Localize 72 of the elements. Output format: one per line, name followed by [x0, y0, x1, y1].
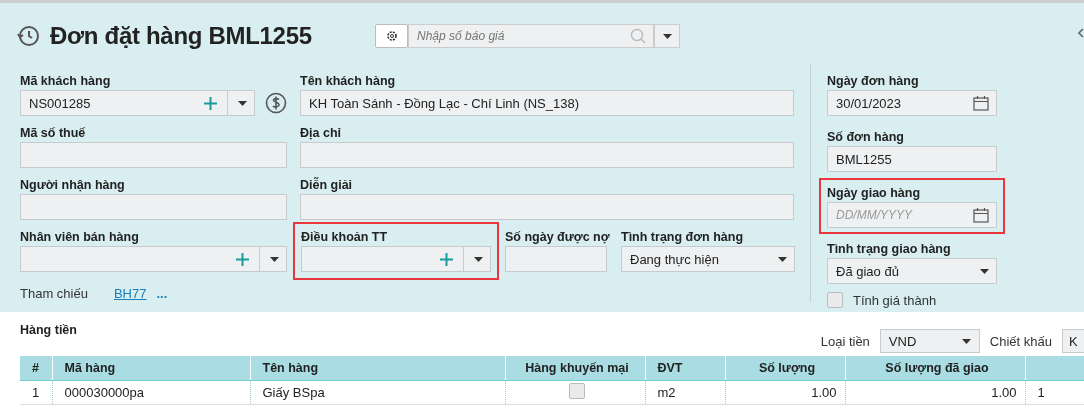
column-header: ĐVT: [645, 356, 725, 381]
checkbox-label: Tính giá thành: [853, 292, 937, 308]
calendar-icon[interactable]: [973, 207, 989, 223]
currency-label: Loại tiền: [820, 333, 870, 349]
text-field[interactable]: [300, 194, 794, 220]
field-label: Địa chỉ: [300, 125, 342, 142]
caret-icon: [778, 256, 787, 262]
table-cell: m2: [645, 380, 725, 405]
field-label: Tên khách hàng: [300, 73, 397, 90]
column-header: Tên hàng: [250, 356, 505, 381]
plus-icon[interactable]: [236, 252, 249, 266]
section-title: Hàng tiền: [20, 323, 77, 337]
field-label: Số đơn hàng: [827, 129, 905, 146]
field-label: Tình trạng đơn hàng: [621, 229, 745, 246]
caret-icon[interactable]: [270, 256, 279, 262]
table-cell: Giấy BSpa: [250, 380, 505, 405]
text-field[interactable]: [20, 194, 287, 220]
combo-field[interactable]: NS001285: [20, 90, 255, 116]
currency-select[interactable]: VND: [879, 329, 980, 353]
reference-link[interactable]: BH77: [113, 286, 147, 301]
caret-icon: [662, 33, 672, 39]
combo-field[interactable]: [301, 246, 491, 272]
clock-history-icon: [16, 24, 40, 48]
plus-icon[interactable]: [204, 96, 217, 110]
text-field[interactable]: [505, 246, 607, 272]
text-field[interactable]: [300, 142, 794, 168]
field-label: Ngày giao hàng: [827, 185, 922, 202]
field-label: Ngày đơn hàng: [827, 73, 920, 90]
table-cell: 1.00: [725, 380, 845, 405]
reference-label: Tham chiếu: [20, 286, 88, 301]
date-field[interactable]: 30/01/2023: [827, 90, 997, 116]
text-field[interactable]: [20, 142, 287, 168]
select-field[interactable]: Đã giao đủ: [827, 258, 997, 284]
column-header: Số lượng: [725, 356, 845, 381]
search-icon: [630, 28, 646, 44]
page-title: Đơn đặt hàng BML1255: [50, 22, 313, 50]
field-label: Điều khoản TT: [301, 229, 389, 246]
table-cell: 1: [20, 380, 52, 405]
settings-button[interactable]: [375, 24, 408, 48]
text-field[interactable]: BML1255: [827, 146, 997, 172]
discount-select[interactable]: K: [1062, 329, 1084, 353]
combo-field[interactable]: [20, 246, 287, 272]
quote-search-field[interactable]: Nhập số báo giá: [408, 24, 654, 48]
chevron-icon[interactable]: [1078, 28, 1084, 38]
caret-icon[interactable]: [238, 100, 247, 106]
dropdown-button[interactable]: [654, 24, 680, 48]
field-label: Người nhận hàng: [20, 177, 126, 194]
caret-icon: [961, 338, 971, 344]
checkbox[interactable]: [827, 292, 843, 308]
settings-icon: [385, 30, 398, 42]
field-label: Diễn giải: [300, 176, 354, 194]
calendar-icon[interactable]: [973, 95, 989, 111]
field-label: Mã số thuế: [20, 125, 87, 142]
field-label: Mã khách hàng: [20, 73, 112, 90]
text-field[interactable]: KH Toàn Sánh - Đồng Lạc - Chí Linh (NS_138): [300, 90, 794, 116]
table-cell: 000030000pa: [52, 380, 250, 405]
discount-label: Chiết khấu: [989, 333, 1052, 349]
field-label: Nhân viên bán hàng: [20, 229, 140, 246]
field-label: Tình trạng giao hàng: [827, 241, 952, 258]
column-header: Mã hàng: [52, 356, 250, 381]
plus-icon[interactable]: [440, 252, 453, 266]
column-header: Số lượng đã giao: [845, 356, 1025, 381]
select-field[interactable]: Đang thực hiện: [621, 246, 795, 272]
column-header: #: [20, 356, 52, 381]
more-link[interactable]: ...: [156, 286, 168, 301]
column-header: Hàng khuyến mại: [505, 356, 645, 381]
table-cell: 1.00: [845, 380, 1025, 405]
dollar-coin-icon[interactable]: [265, 92, 287, 114]
checkbox[interactable]: [569, 383, 585, 399]
caret-icon[interactable]: [474, 256, 483, 262]
table-cell: 1: [1025, 380, 1084, 405]
caret-icon: [980, 268, 989, 274]
